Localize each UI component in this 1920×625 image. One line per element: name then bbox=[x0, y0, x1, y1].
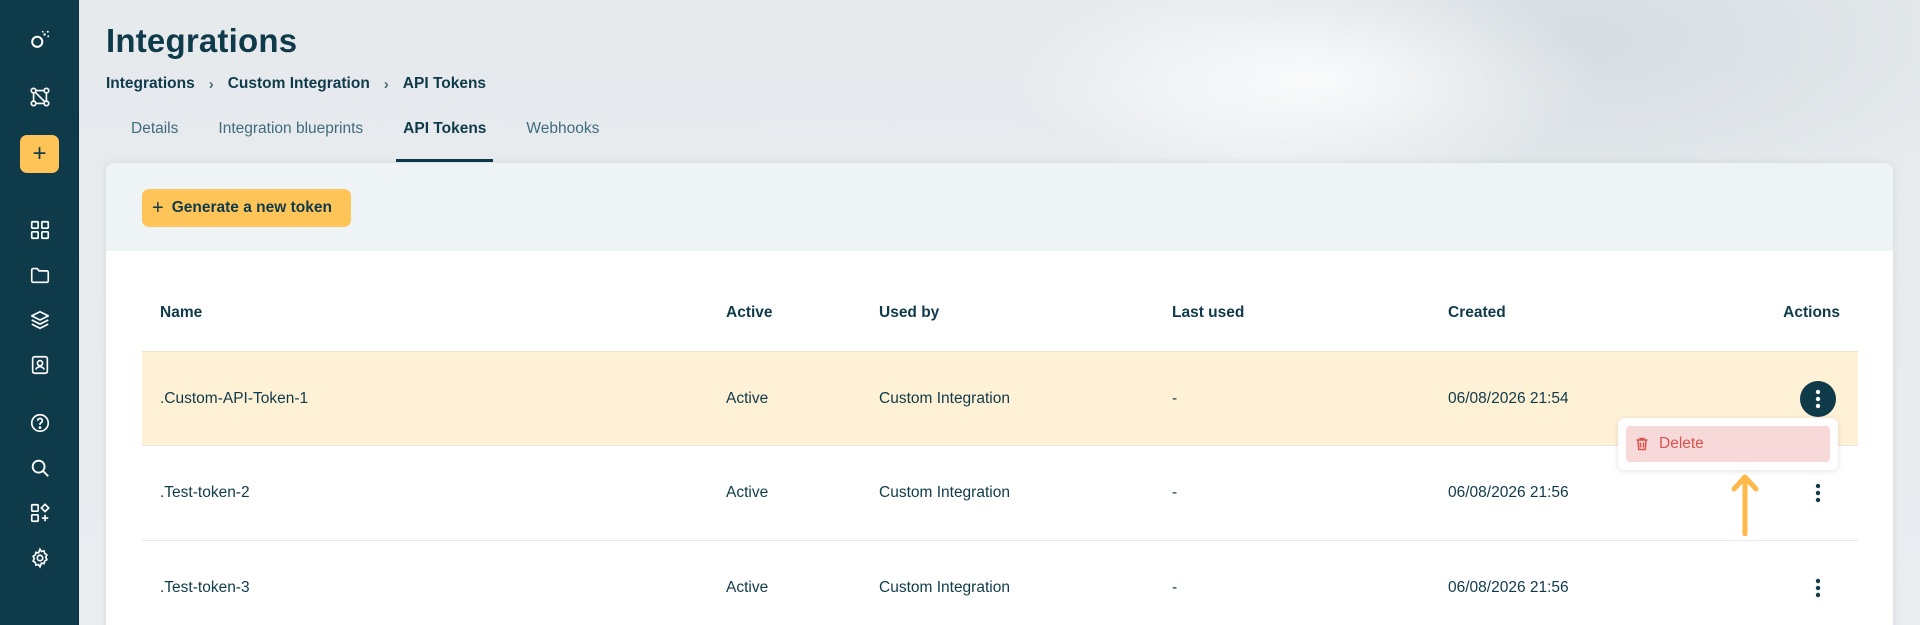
token-name: .Test-token-2 bbox=[160, 484, 250, 501]
breadcrumb-integrations[interactable]: Integrations bbox=[106, 75, 195, 93]
apps-icon[interactable] bbox=[20, 493, 60, 533]
folder-icon[interactable] bbox=[20, 255, 60, 295]
generate-token-label: Generate a new token bbox=[171, 199, 332, 216]
token-name: .Custom-API-Token-1 bbox=[160, 390, 309, 407]
page-title: Integrations bbox=[106, 22, 298, 59]
token-last-used: - bbox=[1172, 390, 1178, 407]
token-created: 06/08/2026 21:54 bbox=[1448, 390, 1569, 407]
table-header: Name Active Used by Last used Created Ac… bbox=[142, 251, 1858, 351]
tab-details[interactable]: Details bbox=[131, 110, 178, 162]
kebab-menu-icon bbox=[1815, 389, 1821, 409]
annotation-arrow-icon bbox=[1731, 474, 1759, 536]
layers-icon[interactable] bbox=[20, 300, 60, 340]
column-header-last-used[interactable]: Last used bbox=[1172, 304, 1244, 322]
column-header-active[interactable]: Active bbox=[726, 304, 773, 322]
token-last-used: - bbox=[1172, 484, 1178, 501]
sidebar: + bbox=[0, 0, 79, 625]
table-row[interactable]: .Test-token-3 Active Custom Integration … bbox=[142, 541, 1858, 625]
generate-token-button[interactable]: + Generate a new token bbox=[142, 189, 351, 227]
chevron-right-icon: › bbox=[208, 75, 214, 93]
token-used-by: Custom Integration bbox=[879, 484, 1010, 501]
delete-menu-item[interactable]: Delete bbox=[1626, 426, 1830, 462]
table-row[interactable]: .Test-token-2 Active Custom Integration … bbox=[142, 446, 1858, 541]
token-last-used: - bbox=[1172, 579, 1178, 596]
breadcrumb-api-tokens: API Tokens bbox=[402, 75, 487, 92]
tokens-table: Name Active Used by Last used Created Ac… bbox=[142, 251, 1858, 625]
kebab-menu-icon bbox=[1815, 578, 1821, 598]
tab-webhooks[interactable]: Webhooks bbox=[526, 110, 599, 162]
kebab-menu-icon bbox=[1815, 483, 1821, 503]
settings-icon[interactable] bbox=[20, 538, 60, 578]
column-header-created[interactable]: Created bbox=[1448, 304, 1506, 322]
token-used-by: Custom Integration bbox=[879, 390, 1010, 407]
contacts-icon[interactable] bbox=[20, 345, 60, 385]
tokens-card: + Generate a new token Name Active Used … bbox=[106, 163, 1893, 625]
tab-api-tokens[interactable]: API Tokens bbox=[396, 110, 494, 162]
tab-bar: Details Integration blueprints API Token… bbox=[131, 110, 599, 162]
token-used-by: Custom Integration bbox=[879, 579, 1010, 596]
integrations-icon[interactable] bbox=[20, 77, 60, 117]
row-actions-button[interactable] bbox=[1800, 475, 1836, 511]
row-actions-menu: Delete bbox=[1618, 418, 1838, 470]
search-icon[interactable] bbox=[20, 448, 60, 488]
token-created: 06/08/2026 21:56 bbox=[1448, 579, 1569, 596]
column-header-used-by[interactable]: Used by bbox=[879, 304, 939, 322]
token-active: Active bbox=[726, 484, 769, 501]
row-actions-button[interactable] bbox=[1800, 381, 1836, 417]
token-active: Active bbox=[726, 390, 769, 407]
chevron-right-icon: › bbox=[383, 75, 389, 93]
dashboard-icon[interactable] bbox=[20, 210, 60, 250]
breadcrumb: Integrations › Custom Integration › API … bbox=[106, 75, 486, 93]
token-created: 06/08/2026 21:56 bbox=[1448, 484, 1569, 501]
table-row[interactable]: .Custom-API-Token-1 Active Custom Integr… bbox=[142, 351, 1858, 446]
logo-icon[interactable] bbox=[20, 20, 60, 60]
column-header-actions: Actions bbox=[1783, 304, 1840, 321]
token-active: Active bbox=[726, 579, 769, 596]
plus-icon: + bbox=[152, 197, 164, 219]
column-header-name[interactable]: Name bbox=[160, 304, 202, 322]
delete-label: Delete bbox=[1659, 435, 1704, 452]
breadcrumb-custom-integration[interactable]: Custom Integration bbox=[228, 75, 370, 93]
help-icon[interactable] bbox=[20, 403, 60, 443]
card-toolbar: + Generate a new token bbox=[106, 163, 1893, 251]
row-actions-button[interactable] bbox=[1800, 570, 1836, 606]
token-name: .Test-token-3 bbox=[160, 579, 250, 596]
add-button[interactable]: + bbox=[20, 135, 59, 173]
trash-icon bbox=[1636, 437, 1648, 451]
tab-integration-blueprints[interactable]: Integration blueprints bbox=[218, 110, 363, 162]
